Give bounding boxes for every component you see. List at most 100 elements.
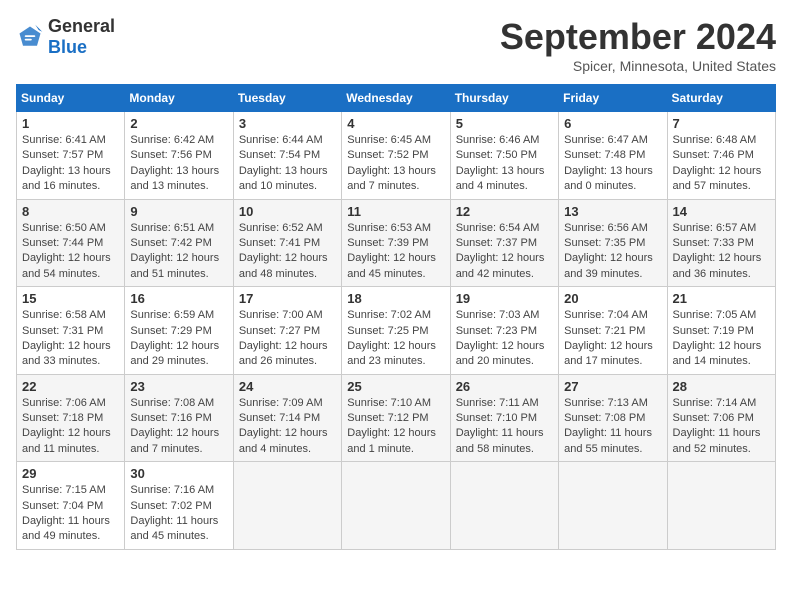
day-detail: Sunrise: 6:41 AMSunset: 7:57 PMDaylight:…	[22, 133, 119, 195]
logo-icon	[16, 23, 44, 51]
week-row-2: 8 Sunrise: 6:50 AMSunset: 7:44 PMDaylight…	[17, 199, 776, 287]
calendar-cell: 10 Sunrise: 6:52 AMSunset: 7:41 PMDayligh…	[233, 199, 341, 287]
day-detail: Sunrise: 6:59 AMSunset: 7:29 PMDaylight:…	[130, 308, 227, 370]
calendar-cell	[233, 462, 341, 550]
calendar-cell: 3Sunrise: 6:44 AMSunset: 7:54 PMDaylight…	[233, 112, 341, 200]
location-subtitle: Spicer, Minnesota, United States	[500, 58, 776, 74]
calendar-cell	[342, 462, 450, 550]
day-number: 25	[347, 379, 444, 394]
logo-blue: Blue	[48, 37, 87, 57]
calendar-table: SundayMondayTuesdayWednesdayThursdayFrid…	[16, 84, 776, 550]
day-number: 10	[239, 204, 336, 219]
day-detail: Sunrise: 6:48 AMSunset: 7:46 PMDaylight:…	[673, 133, 770, 195]
day-number: 5	[456, 116, 553, 131]
calendar-cell: 7Sunrise: 6:48 AMSunset: 7:46 PMDaylight…	[667, 112, 775, 200]
day-detail: Sunrise: 7:05 AMSunset: 7:19 PMDaylight:…	[673, 308, 770, 370]
day-detail: Sunrise: 7:02 AMSunset: 7:25 PMDaylight:…	[347, 308, 444, 370]
logo-text: General Blue	[48, 16, 115, 58]
weekday-header-sunday: Sunday	[17, 85, 125, 112]
calendar-cell: 2 Sunrise: 6:42 AMSunset: 7:56 PMDaylight…	[125, 112, 233, 200]
weekday-header-tuesday: Tuesday	[233, 85, 341, 112]
calendar-cell: 29Sunrise: 7:15 AMSunset: 7:04 PMDayligh…	[17, 462, 125, 550]
day-detail: Sunrise: 7:06 AMSunset: 7:18 PMDaylight:…	[22, 396, 119, 458]
weekday-header-row: SundayMondayTuesdayWednesdayThursdayFrid…	[17, 85, 776, 112]
day-number: 19	[456, 291, 553, 306]
weekday-header-monday: Monday	[125, 85, 233, 112]
logo: General Blue	[16, 16, 115, 58]
day-number: 14	[673, 204, 770, 219]
day-number: 9	[130, 204, 227, 219]
day-detail: Sunrise: 7:08 AMSunset: 7:16 PMDaylight:…	[130, 396, 227, 458]
day-detail: Sunrise: 6:57 AMSunset: 7:33 PMDaylight:…	[673, 221, 770, 283]
week-row-1: 1 Sunrise: 6:41 AMSunset: 7:57 PMDaylight…	[17, 112, 776, 200]
day-number: 6	[564, 116, 661, 131]
day-detail: Sunrise: 6:51 AMSunset: 7:42 PMDaylight:…	[130, 221, 227, 283]
day-number: 18	[347, 291, 444, 306]
day-detail: Sunrise: 7:04 AMSunset: 7:21 PMDaylight:…	[564, 308, 661, 370]
day-number: 17	[239, 291, 336, 306]
calendar-cell	[667, 462, 775, 550]
day-number: 26	[456, 379, 553, 394]
logo-general: General	[48, 16, 115, 36]
header: General Blue September 2024 Spicer, Minn…	[16, 16, 776, 74]
calendar-cell: 30 Sunrise: 7:16 AMSunset: 7:02 PMDayligh…	[125, 462, 233, 550]
day-number: 1	[22, 116, 119, 131]
day-detail: Sunrise: 7:03 AMSunset: 7:23 PMDaylight:…	[456, 308, 553, 370]
day-detail: Sunrise: 6:52 AMSunset: 7:41 PMDaylight:…	[239, 221, 336, 283]
calendar-cell: 9 Sunrise: 6:51 AMSunset: 7:42 PMDaylight…	[125, 199, 233, 287]
calendar-cell: 4 Sunrise: 6:45 AMSunset: 7:52 PMDaylight…	[342, 112, 450, 200]
calendar-cell: 25Sunrise: 7:10 AMSunset: 7:12 PMDayligh…	[342, 374, 450, 462]
day-detail: Sunrise: 6:53 AMSunset: 7:39 PMDaylight:…	[347, 221, 444, 283]
day-number: 12	[456, 204, 553, 219]
calendar-cell: 14 Sunrise: 6:57 AMSunset: 7:33 PMDayligh…	[667, 199, 775, 287]
day-number: 20	[564, 291, 661, 306]
day-detail: Sunrise: 6:45 AMSunset: 7:52 PMDaylight:…	[347, 133, 444, 195]
month-title: September 2024	[500, 16, 776, 58]
calendar-cell	[450, 462, 558, 550]
day-number: 2	[130, 116, 227, 131]
day-number: 4	[347, 116, 444, 131]
title-area: September 2024 Spicer, Minnesota, United…	[500, 16, 776, 74]
calendar-cell: 1 Sunrise: 6:41 AMSunset: 7:57 PMDaylight…	[17, 112, 125, 200]
day-detail: Sunrise: 6:54 AMSunset: 7:37 PMDaylight:…	[456, 221, 553, 283]
calendar-cell: 20 Sunrise: 7:04 AMSunset: 7:21 PMDayligh…	[559, 287, 667, 375]
calendar-cell: 26Sunrise: 7:11 AMSunset: 7:10 PMDayligh…	[450, 374, 558, 462]
day-number: 30	[130, 466, 227, 481]
day-number: 13	[564, 204, 661, 219]
day-detail: Sunrise: 6:44 AMSunset: 7:54 PMDaylight:…	[239, 133, 336, 195]
calendar-cell: 24 Sunrise: 7:09 AMSunset: 7:14 PMDayligh…	[233, 374, 341, 462]
day-detail: Sunrise: 6:56 AMSunset: 7:35 PMDaylight:…	[564, 221, 661, 283]
calendar-cell: 28Sunrise: 7:14 AMSunset: 7:06 PMDayligh…	[667, 374, 775, 462]
calendar-cell: 13 Sunrise: 6:56 AMSunset: 7:35 PMDayligh…	[559, 199, 667, 287]
calendar-cell: 6Sunrise: 6:47 AMSunset: 7:48 PMDaylight…	[559, 112, 667, 200]
weekday-header-saturday: Saturday	[667, 85, 775, 112]
day-number: 8	[22, 204, 119, 219]
day-detail: Sunrise: 7:13 AMSunset: 7:08 PMDaylight:…	[564, 396, 661, 458]
day-number: 24	[239, 379, 336, 394]
day-number: 23	[130, 379, 227, 394]
day-detail: Sunrise: 7:09 AMSunset: 7:14 PMDaylight:…	[239, 396, 336, 458]
calendar-cell	[559, 462, 667, 550]
calendar-cell: 17Sunrise: 7:00 AMSunset: 7:27 PMDayligh…	[233, 287, 341, 375]
day-detail: Sunrise: 6:42 AMSunset: 7:56 PMDaylight:…	[130, 133, 227, 195]
weekday-header-thursday: Thursday	[450, 85, 558, 112]
week-row-3: 15Sunrise: 6:58 AMSunset: 7:31 PMDayligh…	[17, 287, 776, 375]
day-detail: Sunrise: 6:50 AMSunset: 7:44 PMDaylight:…	[22, 221, 119, 283]
week-row-5: 29Sunrise: 7:15 AMSunset: 7:04 PMDayligh…	[17, 462, 776, 550]
calendar-cell: 15Sunrise: 6:58 AMSunset: 7:31 PMDayligh…	[17, 287, 125, 375]
day-detail: Sunrise: 7:16 AMSunset: 7:02 PMDaylight:…	[130, 483, 227, 545]
calendar-cell: 23 Sunrise: 7:08 AMSunset: 7:16 PMDayligh…	[125, 374, 233, 462]
calendar-cell: 5 Sunrise: 6:46 AMSunset: 7:50 PMDaylight…	[450, 112, 558, 200]
calendar-cell: 21Sunrise: 7:05 AMSunset: 7:19 PMDayligh…	[667, 287, 775, 375]
day-detail: Sunrise: 6:46 AMSunset: 7:50 PMDaylight:…	[456, 133, 553, 195]
calendar-cell: 19 Sunrise: 7:03 AMSunset: 7:23 PMDayligh…	[450, 287, 558, 375]
day-number: 16	[130, 291, 227, 306]
day-number: 22	[22, 379, 119, 394]
calendar-cell: 27Sunrise: 7:13 AMSunset: 7:08 PMDayligh…	[559, 374, 667, 462]
calendar-cell: 11Sunrise: 6:53 AMSunset: 7:39 PMDayligh…	[342, 199, 450, 287]
day-number: 29	[22, 466, 119, 481]
calendar-cell: 16 Sunrise: 6:59 AMSunset: 7:29 PMDayligh…	[125, 287, 233, 375]
day-number: 28	[673, 379, 770, 394]
calendar-cell: 12 Sunrise: 6:54 AMSunset: 7:37 PMDayligh…	[450, 199, 558, 287]
day-detail: Sunrise: 6:58 AMSunset: 7:31 PMDaylight:…	[22, 308, 119, 370]
